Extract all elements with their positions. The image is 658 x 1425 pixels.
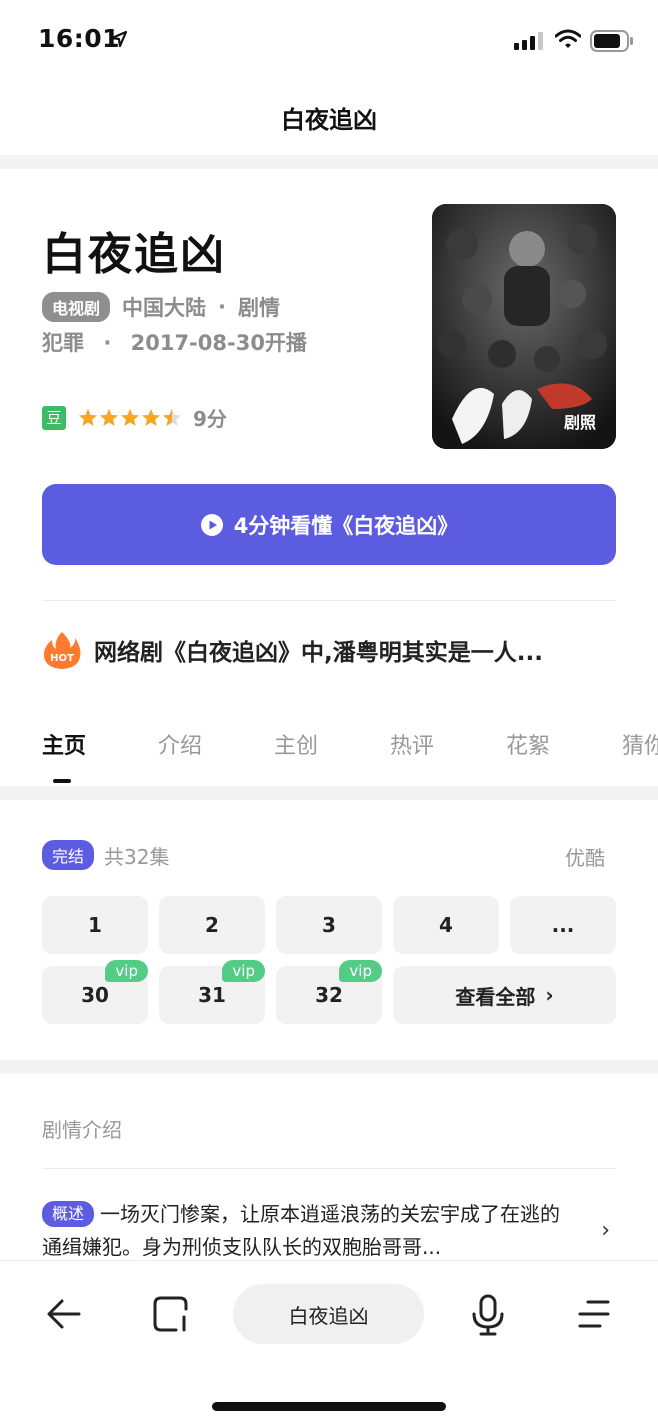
bottom-toolbar: 白夜追凶 xyxy=(0,1260,658,1425)
section-divider xyxy=(0,786,658,800)
search-pill[interactable]: 白夜追凶 xyxy=(233,1284,424,1344)
plot-section-title: 剧情介绍 xyxy=(42,1118,122,1142)
tab-intro[interactable]: 介绍 xyxy=(158,728,274,760)
douban-score: 9分 xyxy=(193,407,227,431)
hot-flame-icon: HOT xyxy=(43,632,81,669)
status-time: 16:01 xyxy=(38,24,121,53)
tab-reviews[interactable]: 热评 xyxy=(390,728,506,760)
back-arrow-icon[interactable] xyxy=(45,1295,83,1333)
page-title: 白夜追凶 xyxy=(281,106,377,134)
star-half-icon xyxy=(163,408,181,426)
status-bar: 16:01 xyxy=(0,0,658,80)
view-all-label: 查看全部 xyxy=(455,984,536,1009)
star-full-icon xyxy=(100,408,118,426)
plot-summary[interactable]: 概述 一场灭门惨案，让原本逍遥浪荡的关宏宇成了在逃的通缉嫌犯。身为刑侦支队队长的双… xyxy=(42,1198,616,1264)
episode-button[interactable]: 3 xyxy=(276,896,382,954)
tab-creators[interactable]: 主创 xyxy=(274,728,390,760)
show-genre-2: 犯罪 xyxy=(42,331,84,355)
tab-home[interactable]: 主页 xyxy=(42,728,158,760)
plot-text: 一场灭门惨案，让原本逍遥浪荡的关宏宇成了在逃的通缉嫌犯。身为刑侦支队队长的双胞胎… xyxy=(42,1202,561,1259)
view-all-episodes-button[interactable]: 查看全部 › xyxy=(393,966,616,1024)
divider xyxy=(42,1168,616,1169)
type-badge: 电视剧 xyxy=(42,292,111,322)
show-air-date: 2017-08-30开播 xyxy=(130,331,307,355)
douban-icon: 豆 xyxy=(42,405,66,430)
section-divider xyxy=(0,1060,658,1074)
tab-bar: 主页 介绍 主创 热评 花絮 猜你 xyxy=(42,728,658,760)
episode-number: 31 xyxy=(198,983,226,1007)
meta-separator: · xyxy=(218,295,226,319)
microphone-icon[interactable] xyxy=(470,1294,506,1336)
chevron-right-icon: › xyxy=(601,1218,610,1243)
vip-badge: vip xyxy=(339,960,382,982)
hot-news-text: 网络剧《白夜追凶》中,潘粤明其实是一人... xyxy=(94,640,543,666)
star-full-icon xyxy=(121,408,139,426)
episode-button[interactable]: 4 xyxy=(393,896,499,954)
episode-count: 共32集 xyxy=(104,844,170,869)
battery-icon xyxy=(590,30,633,52)
star-rating xyxy=(78,408,183,428)
episode-more-button[interactable]: ... xyxy=(510,896,616,954)
show-meta: 电视剧 中国大陆 · 剧情 xyxy=(42,292,280,322)
active-tab-indicator xyxy=(53,779,71,783)
show-title: 白夜追凶 xyxy=(42,229,226,280)
location-arrow-icon xyxy=(110,30,128,48)
vip-badge: vip xyxy=(222,960,265,982)
summary-badge: 概述 xyxy=(42,1201,95,1227)
episode-button[interactable]: 1 xyxy=(42,896,148,954)
play-icon xyxy=(200,513,223,536)
plot-text-block: 概述 一场灭门惨案，让原本逍遥浪荡的关宏宇成了在逃的通缉嫌犯。身为刑侦支队队长的双… xyxy=(42,1198,572,1264)
episode-button[interactable]: 31 vip xyxy=(159,960,265,1024)
show-meta-secondary: 犯罪 · 2017-08-30开播 xyxy=(42,327,307,357)
show-region: 中国大陆 xyxy=(122,296,207,320)
menu-icon[interactable] xyxy=(576,1297,612,1331)
hot-news-item[interactable]: HOT 网络剧《白夜追凶》中,潘粤明其实是一人... xyxy=(42,630,543,670)
quick-watch-button[interactable]: 4分钟看懂《白夜追凶》 xyxy=(42,484,616,565)
chevron-right-icon: › xyxy=(545,983,554,1007)
tab-extras[interactable]: 花絮 xyxy=(506,728,622,760)
episode-number: 32 xyxy=(315,983,343,1007)
episode-header: 完结 共32集 xyxy=(42,840,169,870)
home-indicator xyxy=(212,1402,446,1411)
meta-separator: · xyxy=(103,331,112,355)
platform-source[interactable]: 优酷 xyxy=(565,842,605,871)
star-full-icon xyxy=(142,408,160,426)
poster-label: 剧照 xyxy=(563,413,596,432)
cellular-signal-icon xyxy=(514,32,543,50)
section-divider xyxy=(0,155,658,169)
show-genre: 剧情 xyxy=(238,296,280,320)
hot-badge-text: HOT xyxy=(50,653,74,664)
episode-button[interactable]: 30 vip xyxy=(42,960,148,1024)
episode-button[interactable]: 32 vip xyxy=(276,960,382,1024)
star-full-icon xyxy=(79,408,97,426)
episode-button[interactable]: 2 xyxy=(159,896,265,954)
wifi-icon xyxy=(555,29,581,48)
poster-image[interactable]: 剧照 xyxy=(432,204,616,449)
rating-row[interactable]: 豆 9分 xyxy=(42,403,227,432)
tab-guess[interactable]: 猜你 xyxy=(622,728,658,760)
quick-watch-label: 4分钟看懂《白夜追凶》 xyxy=(233,513,459,538)
divider xyxy=(42,600,616,601)
tabs-window-icon[interactable] xyxy=(152,1295,190,1333)
episode-number: 30 xyxy=(81,983,109,1007)
status-badge: 完结 xyxy=(42,840,95,870)
vip-badge: vip xyxy=(105,960,148,982)
